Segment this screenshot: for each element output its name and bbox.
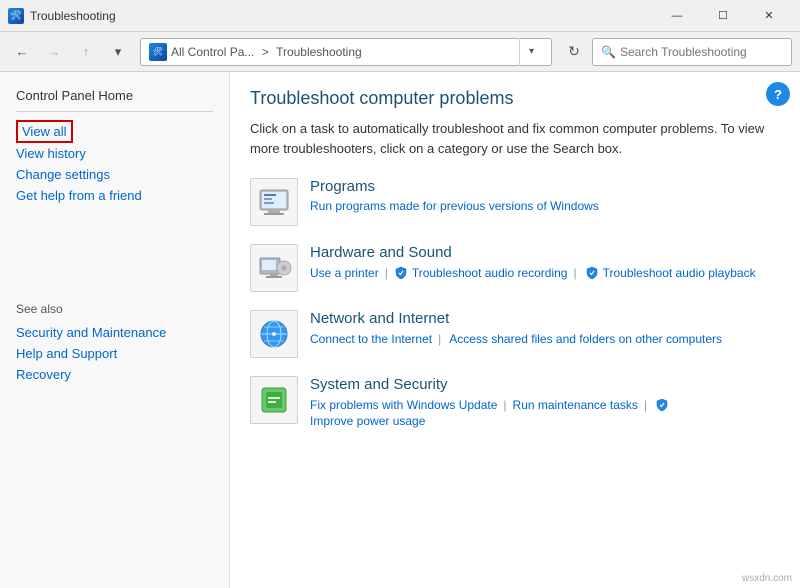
system-sep-2: | <box>644 398 647 412</box>
category-system: System and Security Fix problems with Wi… <box>250 376 780 428</box>
hardware-icon <box>250 244 298 292</box>
network-links: Connect to the Internet | Access shared … <box>310 331 780 346</box>
sidebar-link-get-help[interactable]: Get help from a friend <box>16 185 213 206</box>
forward-button[interactable]: → <box>40 38 68 66</box>
hardware-link-audio-play[interactable]: Troubleshoot audio playback <box>603 266 756 280</box>
sidebar-divider <box>16 111 213 112</box>
network-svg <box>256 316 292 352</box>
minimize-button[interactable]: — <box>654 0 700 32</box>
page-title: Troubleshoot computer problems <box>250 88 780 109</box>
network-title[interactable]: Network and Internet <box>310 310 780 327</box>
programs-link-0[interactable]: Run programs made for previous versions … <box>310 199 599 213</box>
system-link-windows-update[interactable]: Fix problems with Windows Update <box>310 398 497 412</box>
content-area: ? Troubleshoot computer problems Click o… <box>230 72 800 588</box>
search-input[interactable] <box>620 45 783 59</box>
programs-svg <box>256 184 292 220</box>
hardware-sep-2: | <box>573 266 576 280</box>
navigation-bar: ← → ↑ ▾ 🛠 All Control Pa... > Troublesho… <box>0 32 800 72</box>
sidebar-link-view-all[interactable]: View all <box>16 120 73 143</box>
address-icon: 🛠 <box>149 43 167 61</box>
address-dropdown[interactable]: ▾ <box>519 38 543 66</box>
system-svg <box>256 382 292 418</box>
sidebar-section-see-also: See also Security and Maintenance Help a… <box>0 302 229 401</box>
search-box[interactable]: 🔍 <box>592 38 792 66</box>
sidebar-link-help[interactable]: Help and Support <box>16 343 213 364</box>
address-path: All Control Pa... > Troubleshooting <box>171 45 362 59</box>
window-controls: — ☐ ✕ <box>654 0 792 32</box>
sidebar-home-label: Control Panel Home <box>16 88 213 103</box>
page-description: Click on a task to automatically trouble… <box>250 119 780 158</box>
back-button[interactable]: ← <box>8 38 36 66</box>
network-icon <box>250 310 298 358</box>
hardware-title[interactable]: Hardware and Sound <box>310 244 780 261</box>
sidebar-link-recovery[interactable]: Recovery <box>16 364 213 385</box>
hardware-sep-1: | <box>385 266 388 280</box>
system-title[interactable]: System and Security <box>310 376 780 393</box>
programs-content: Programs Run programs made for previous … <box>310 178 780 213</box>
up-button[interactable]: ↑ <box>72 38 100 66</box>
category-network: Network and Internet Connect to the Inte… <box>250 310 780 358</box>
sidebar-section-main: Control Panel Home View all View history… <box>0 88 229 222</box>
programs-title[interactable]: Programs <box>310 178 780 195</box>
network-link-connect[interactable]: Connect to the Internet <box>310 332 432 346</box>
network-link-access[interactable]: Access shared files and folders on other… <box>449 332 722 346</box>
hardware-link-printer[interactable]: Use a printer <box>310 266 379 280</box>
refresh-button[interactable]: ↻ <box>560 38 588 66</box>
search-icon: 🔍 <box>601 45 616 59</box>
hardware-links: Use a printer | Troubleshoot audio recor… <box>310 265 780 280</box>
recent-button[interactable]: ▾ <box>104 38 132 66</box>
hardware-svg <box>256 250 292 286</box>
address-bar[interactable]: 🛠 All Control Pa... > Troubleshooting ▾ <box>140 38 552 66</box>
hardware-content: Hardware and Sound Use a printer | Troub… <box>310 244 780 280</box>
network-content: Network and Internet Connect to the Inte… <box>310 310 780 346</box>
see-also-label: See also <box>16 302 213 316</box>
shield-icon-audio-play <box>585 266 599 280</box>
network-sep-1: | <box>438 332 441 346</box>
sidebar-link-security[interactable]: Security and Maintenance <box>16 322 213 343</box>
system-content: System and Security Fix problems with Wi… <box>310 376 780 428</box>
programs-icon <box>250 178 298 226</box>
maximize-button[interactable]: ☐ <box>700 0 746 32</box>
help-button[interactable]: ? <box>766 82 790 106</box>
title-bar: 🛠 Troubleshooting — ☐ ✕ <box>0 0 800 32</box>
app-icon: 🛠 <box>8 8 24 24</box>
system-links: Fix problems with Windows Update | Run m… <box>310 397 780 428</box>
window-title: Troubleshooting <box>30 9 654 23</box>
system-link-power[interactable]: Improve power usage <box>310 414 425 428</box>
programs-links: Run programs made for previous versions … <box>310 199 780 213</box>
system-link-maintenance[interactable]: Run maintenance tasks <box>513 398 638 412</box>
sidebar-link-change-settings[interactable]: Change settings <box>16 164 213 185</box>
category-programs: Programs Run programs made for previous … <box>250 178 780 226</box>
system-icon <box>250 376 298 424</box>
watermark: wsxdn.com <box>742 573 792 584</box>
category-hardware: Hardware and Sound Use a printer | Troub… <box>250 244 780 292</box>
close-button[interactable]: ✕ <box>746 0 792 32</box>
system-sep-1: | <box>503 398 506 412</box>
shield-icon-audio-rec <box>394 266 408 280</box>
sidebar: Control Panel Home View all View history… <box>0 72 230 588</box>
shield-icon-power <box>655 398 669 412</box>
hardware-link-audio-rec[interactable]: Troubleshoot audio recording <box>412 266 568 280</box>
main-container: Control Panel Home View all View history… <box>0 72 800 588</box>
sidebar-link-view-history[interactable]: View history <box>16 143 213 164</box>
